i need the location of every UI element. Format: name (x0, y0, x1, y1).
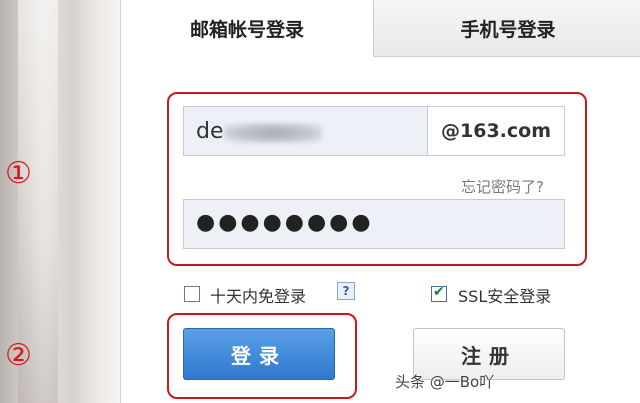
remember-label: 十天内免登录 (210, 287, 307, 306)
forgot-password-link[interactable]: 忘记密码了? (461, 176, 544, 197)
annotation-marker-2: ② (5, 338, 32, 373)
watermark-text: 头条 @一Bo吖 (395, 373, 495, 391)
password-field[interactable]: ●●●●●●●● (183, 199, 565, 249)
account-blur-redaction (224, 123, 322, 143)
checkmark-icon: ✔ (433, 284, 445, 300)
account-field[interactable]: de @163.com (183, 106, 565, 156)
annotation-marker-1: ① (5, 156, 32, 191)
login-panel: 邮箱帐号登录 手机号登录 de @163.com 忘记密码了? ●●●●●●●●… (120, 0, 640, 403)
ssl-label: SSL安全登录 (458, 287, 552, 306)
email-domain-suffix[interactable]: @163.com (427, 107, 564, 155)
account-value[interactable]: de (196, 119, 224, 144)
ssl-checkbox[interactable]: ✔ (431, 284, 447, 302)
tab-phone-login[interactable]: 手机号登录 (373, 0, 640, 57)
login-button[interactable]: 登录 (183, 328, 335, 380)
remember-checkbox[interactable] (184, 286, 200, 302)
help-icon[interactable]: ? (337, 282, 355, 300)
tab-email-login[interactable]: 邮箱帐号登录 (121, 0, 373, 56)
password-masked-value[interactable]: ●●●●●●●● (196, 210, 374, 235)
